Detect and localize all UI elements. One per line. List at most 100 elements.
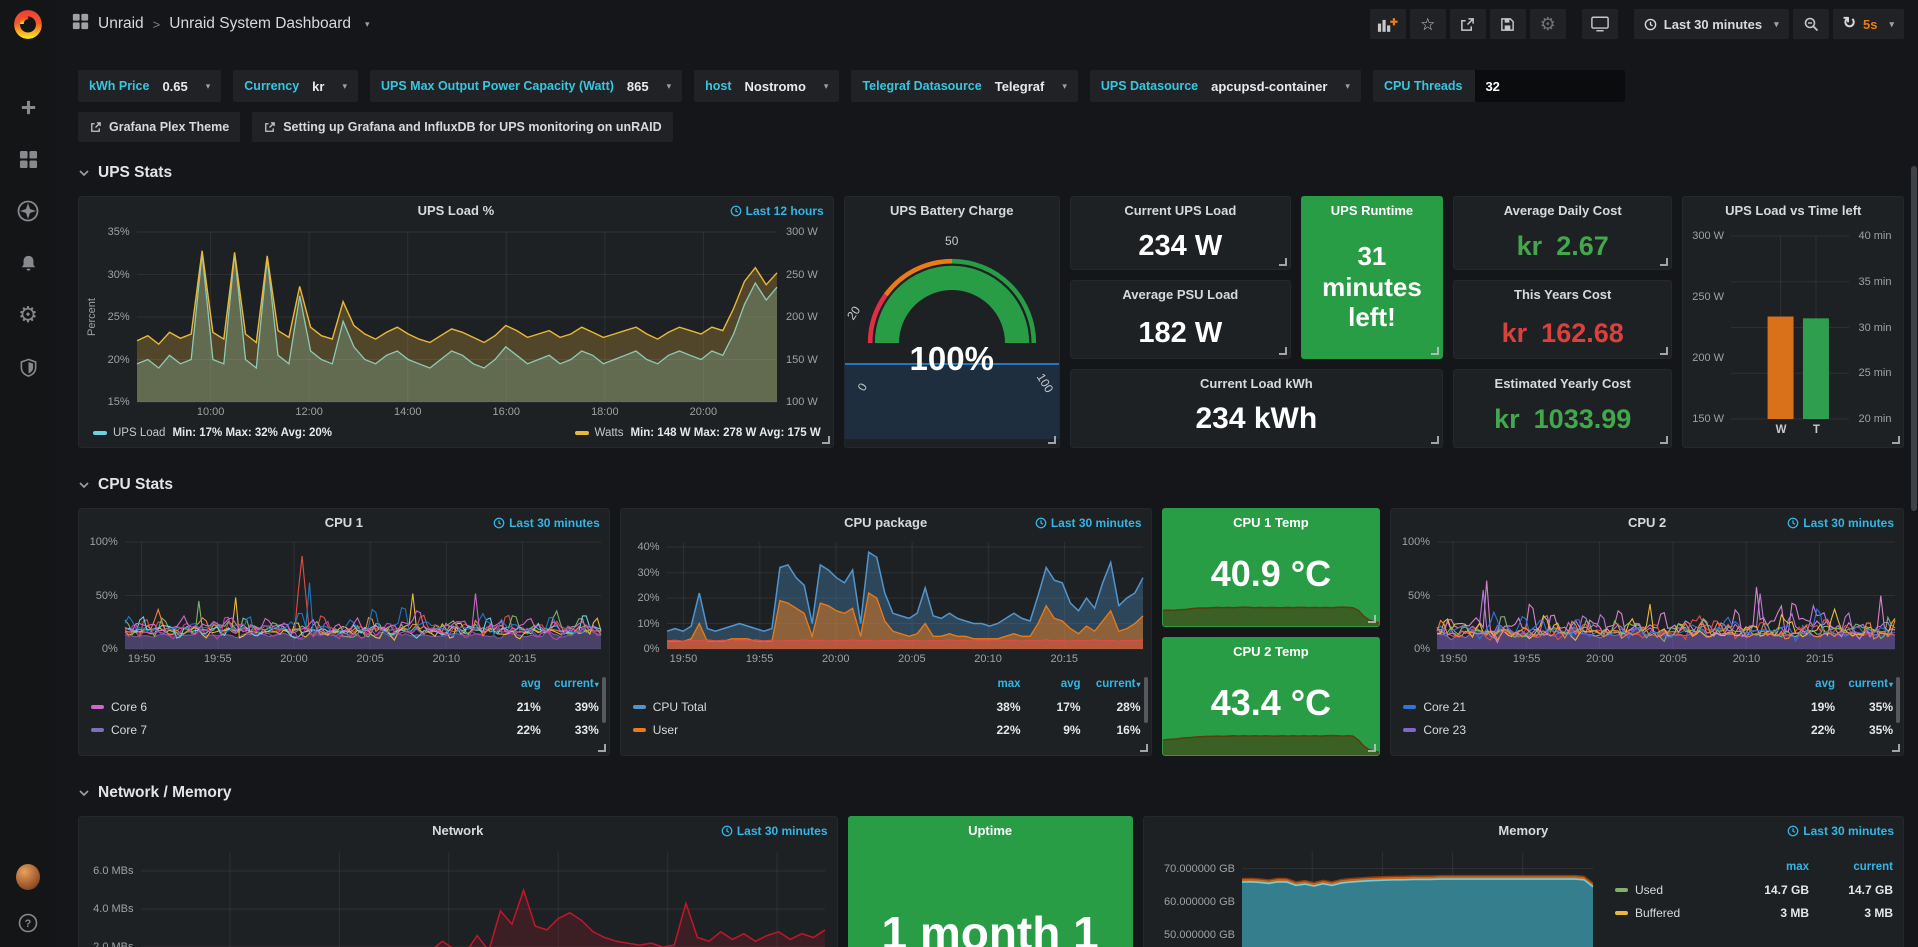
cpu1-chart[interactable]: 100%50%0%19:5019:5520:0020:0520:1020:15 <box>79 536 609 671</box>
dashboard-settings-button[interactable]: ⚙ <box>1530 9 1566 39</box>
legend-series-name[interactable]: CPU Total <box>653 700 707 714</box>
panel-time-range-link[interactable]: Last 30 minutes <box>1787 516 1894 530</box>
legend-sort-header[interactable]: avg <box>483 678 541 690</box>
panel-title[interactable]: CPU 1 Temp <box>1233 515 1309 530</box>
variable-kwh-price[interactable]: kWh Price0.65▾ <box>78 70 221 102</box>
panel-title[interactable]: CPU 1 <box>325 515 363 530</box>
apps-grid-icon[interactable] <box>72 13 89 35</box>
configuration-gear-icon[interactable]: ⚙ <box>16 303 40 327</box>
legend-scrollbar[interactable] <box>1896 677 1900 723</box>
link-grafana-plex-theme[interactable]: Grafana Plex Theme <box>78 112 240 142</box>
stat-value: kr2.67 <box>1454 224 1672 269</box>
legend-item-ups-load[interactable]: UPS LoadMin: 17% Max: 32% Avg: 20% <box>93 427 332 439</box>
legend-series-name[interactable]: Buffered <box>1635 906 1680 920</box>
section-ups-stats[interactable]: UPS Stats <box>78 160 1904 186</box>
refresh-interval-label: 5s <box>1863 17 1877 32</box>
battery-gauge[interactable]: 0 20 50 100 100% <box>845 224 1059 447</box>
variable-ups-datasource[interactable]: UPS Datasourceapcupsd-container▾ <box>1090 70 1361 102</box>
save-dashboard-button[interactable] <box>1490 9 1526 39</box>
panel-time-range-link[interactable]: Last 30 minutes <box>721 824 828 838</box>
create-icon[interactable] <box>16 95 40 119</box>
y-axis-tick: 200 W <box>1692 352 1724 364</box>
legend-row: Core 722%33% <box>87 718 599 741</box>
cycle-view-mode-button[interactable] <box>1582 9 1618 39</box>
variable-host[interactable]: hostNostromo▾ <box>694 70 839 102</box>
legend-value: 14.7 GB <box>1809 883 1893 897</box>
panel-title[interactable]: UPS Battery Charge <box>890 203 1014 218</box>
panel-title[interactable]: UPS Runtime <box>1331 203 1413 218</box>
panel-title[interactable]: Average PSU Load <box>1122 287 1238 302</box>
panel-title[interactable]: Estimated Yearly Cost <box>1495 376 1631 391</box>
legend-scrollbar[interactable] <box>1144 677 1148 723</box>
panel-title[interactable]: Current UPS Load <box>1124 203 1236 218</box>
panel-title[interactable]: CPU package <box>844 515 927 530</box>
refresh-picker[interactable]: ↻ 5s ▾ <box>1833 9 1904 39</box>
legend-sort-header[interactable]: current▾ <box>541 678 599 690</box>
legend-sort-header[interactable]: current▾ <box>1081 678 1141 690</box>
explore-icon[interactable] <box>16 199 40 223</box>
legend-sort-header[interactable]: current <box>1809 861 1893 873</box>
section-network-memory[interactable]: Network / Memory <box>78 780 1904 806</box>
ups-load-chart[interactable]: 35%30%25%20%15%300 W250 W200 W150 W100 W… <box>79 224 833 422</box>
legend-series-name[interactable]: Core 7 <box>111 723 147 737</box>
variable-currency[interactable]: Currencykr▾ <box>233 70 358 102</box>
chevron-down-icon[interactable]: ▾ <box>365 19 370 30</box>
breadcrumb-app[interactable]: Unraid <box>98 15 144 33</box>
panel-title[interactable]: UPS Load % <box>418 203 495 218</box>
dashboards-icon[interactable] <box>16 147 40 171</box>
breadcrumb-dashboard-title[interactable]: Unraid System Dashboard <box>169 15 351 33</box>
share-button[interactable] <box>1450 9 1486 39</box>
legend-series-name[interactable]: User <box>653 723 678 737</box>
panel-time-range-link[interactable]: Last 30 minutes <box>1035 516 1142 530</box>
legend-sort-header[interactable]: avg <box>1021 678 1081 690</box>
legend-series-name[interactable]: Used <box>1635 883 1663 897</box>
add-panel-button[interactable] <box>1370 9 1406 39</box>
server-admin-shield-icon[interactable] <box>16 355 40 379</box>
legend-series-name[interactable]: Core 6 <box>111 700 147 714</box>
panel-title[interactable]: Network <box>432 823 483 838</box>
panel-title[interactable]: Uptime <box>968 823 1012 838</box>
legend-sort-header[interactable]: current▾ <box>1835 678 1893 690</box>
network-chart[interactable]: 6.0 MBs4.0 MBs2.0 MBs <box>79 844 837 947</box>
panel-title[interactable]: Memory <box>1498 823 1548 838</box>
legend-series-name[interactable]: Core 21 <box>1423 700 1466 714</box>
legend-sort-header[interactable]: avg <box>1777 678 1835 690</box>
star-dashboard-button[interactable]: ☆ <box>1410 9 1446 39</box>
memory-chart[interactable]: 70.000000 GB60.000000 GB50.000000 GB <box>1144 844 1603 947</box>
legend-sort-header[interactable]: max <box>961 678 1021 690</box>
variable-telegraf-datasource[interactable]: Telegraf DatasourceTelegraf▾ <box>851 70 1077 102</box>
panel-title[interactable]: CPU 2 <box>1628 515 1666 530</box>
y-axis-tick: 150 W <box>1692 413 1724 425</box>
ups-vs-time-chart[interactable]: 300 W250 W200 W150 W40 min35 min30 min25… <box>1683 224 1903 443</box>
variable-ups-max-output[interactable]: UPS Max Output Power Capacity (Watt)865▾ <box>370 70 682 102</box>
panel-time-range-link[interactable]: Last 30 minutes <box>1787 824 1894 838</box>
panel-title[interactable]: Average Daily Cost <box>1504 203 1622 218</box>
user-avatar[interactable] <box>16 865 40 889</box>
panel-title[interactable]: This Years Cost <box>1514 287 1611 302</box>
legend-sort-header[interactable]: max <box>1725 861 1809 873</box>
legend-item-watts[interactable]: WattsMin: 148 W Max: 278 W Avg: 175 W <box>575 427 821 439</box>
page-scrollbar[interactable] <box>1910 48 1918 947</box>
legend-value: 21% <box>483 700 541 714</box>
cpu-package-chart[interactable]: 40%30%20%10%0%19:5019:5520:0020:0520:102… <box>621 536 1151 671</box>
grafana-logo-icon[interactable] <box>10 7 46 43</box>
zoom-out-button[interactable] <box>1793 9 1829 39</box>
time-range-picker[interactable]: Last 30 minutes ▾ <box>1634 9 1789 39</box>
y-axis-tick: 150 W <box>786 354 818 366</box>
panel-time-range-link[interactable]: Last 12 hours <box>730 204 824 218</box>
panel-title[interactable]: Current Load kWh <box>1200 376 1313 391</box>
cpu-threads-input[interactable] <box>1475 70 1625 102</box>
section-cpu-stats[interactable]: CPU Stats <box>78 472 1904 498</box>
panel-time-range-link[interactable]: Last 30 minutes <box>493 516 600 530</box>
alerting-bell-icon[interactable] <box>16 251 40 275</box>
panel-title[interactable]: UPS Load vs Time left <box>1725 203 1861 218</box>
y-axis-tick: 0% <box>1414 643 1430 655</box>
help-icon[interactable]: ? <box>16 911 40 935</box>
y-axis-tick: 60.000000 GB <box>1164 896 1235 908</box>
x-axis-tick: 19:50 <box>670 653 698 665</box>
panel-title[interactable]: CPU 2 Temp <box>1233 644 1309 659</box>
legend-series-name[interactable]: Core 23 <box>1423 723 1466 737</box>
legend-scrollbar[interactable] <box>602 677 606 723</box>
cpu2-chart[interactable]: 100%50%0%19:5019:5520:0020:0520:1020:15 <box>1391 536 1903 671</box>
link-ups-monitoring-guide[interactable]: Setting up Grafana and InfluxDB for UPS … <box>252 112 672 142</box>
